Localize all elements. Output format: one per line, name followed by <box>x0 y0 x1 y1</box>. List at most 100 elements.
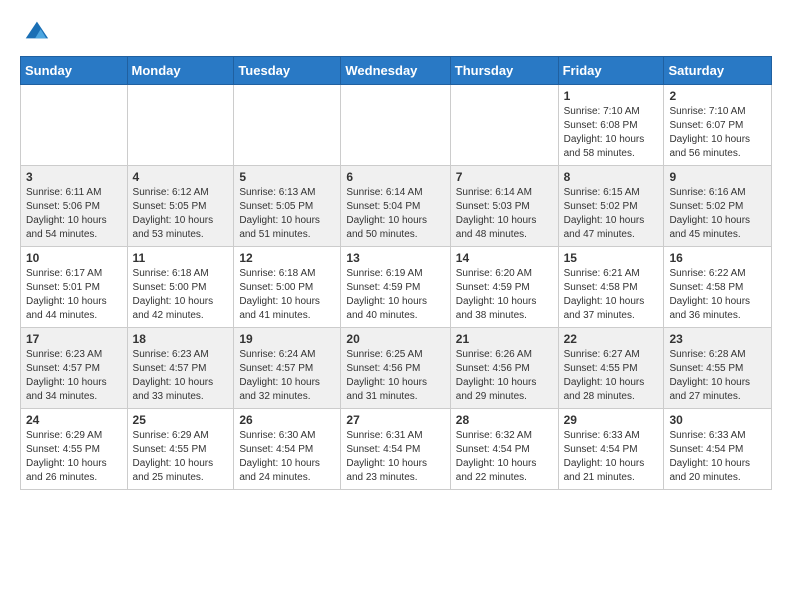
calendar-cell: 21 Sunrise: 6:26 AM Sunset: 4:56 PM Dayli… <box>450 328 558 409</box>
day-number: 27 <box>346 413 444 427</box>
calendar-cell: 8 Sunrise: 6:15 AM Sunset: 5:02 PM Daylig… <box>558 166 664 247</box>
calendar-cell: 14 Sunrise: 6:20 AM Sunset: 4:59 PM Dayli… <box>450 247 558 328</box>
day-info: Sunrise: 6:13 AM Sunset: 5:05 PM Dayligh… <box>239 186 335 242</box>
weekday-header-saturday: Saturday <box>664 57 772 85</box>
calendar-cell: 19 Sunrise: 6:24 AM Sunset: 4:57 PM Dayli… <box>234 328 341 409</box>
day-number: 7 <box>456 170 553 184</box>
calendar-cell: 29 Sunrise: 6:33 AM Sunset: 4:54 PM Dayli… <box>558 409 664 490</box>
calendar-cell: 12 Sunrise: 6:18 AM Sunset: 5:00 PM Dayli… <box>234 247 341 328</box>
day-info: Sunrise: 6:30 AM Sunset: 4:54 PM Dayligh… <box>239 429 335 485</box>
day-info: Sunrise: 6:15 AM Sunset: 5:02 PM Dayligh… <box>564 186 659 242</box>
day-info: Sunrise: 6:14 AM Sunset: 5:04 PM Dayligh… <box>346 186 444 242</box>
calendar-cell: 7 Sunrise: 6:14 AM Sunset: 5:03 PM Daylig… <box>450 166 558 247</box>
calendar-week-4: 17Sunrise: 6:23 AM Sunset: 4:57 PM Dayli… <box>21 328 772 409</box>
day-number: 19 <box>239 332 335 346</box>
calendar-cell: 27 Sunrise: 6:31 AM Sunset: 4:54 PM Dayli… <box>341 409 450 490</box>
calendar-cell: 18 Sunrise: 6:23 AM Sunset: 4:57 PM Dayli… <box>127 328 234 409</box>
calendar-body: 1 Sunrise: 7:10 AM Sunset: 6:08 PM Daylig… <box>21 85 772 490</box>
weekday-header-thursday: Thursday <box>450 57 558 85</box>
calendar-cell <box>234 85 341 166</box>
day-number: 8 <box>564 170 659 184</box>
day-number: 9 <box>669 170 766 184</box>
calendar-cell: 22Sunrise: 6:27 AM Sunset: 4:55 PM Dayli… <box>558 328 664 409</box>
day-info: Sunrise: 6:19 AM Sunset: 4:59 PM Dayligh… <box>346 267 444 323</box>
page: SundayMondayTuesdayWednesdayThursdayFrid… <box>0 0 792 506</box>
calendar-cell <box>341 85 450 166</box>
calendar-cell: 25Sunrise: 6:29 AM Sunset: 4:55 PM Dayli… <box>127 409 234 490</box>
day-number: 28 <box>456 413 553 427</box>
day-info: Sunrise: 6:21 AM Sunset: 4:58 PM Dayligh… <box>564 267 659 323</box>
day-number: 14 <box>456 251 553 265</box>
day-info: Sunrise: 6:20 AM Sunset: 4:59 PM Dayligh… <box>456 267 553 323</box>
logo-icon <box>22 16 50 44</box>
calendar-cell: 2Sunrise: 7:10 AM Sunset: 6:07 PM Daylig… <box>664 85 772 166</box>
day-number: 20 <box>346 332 444 346</box>
day-number: 5 <box>239 170 335 184</box>
day-info: Sunrise: 6:31 AM Sunset: 4:54 PM Dayligh… <box>346 429 444 485</box>
calendar-cell: 13 Sunrise: 6:19 AM Sunset: 4:59 PM Dayli… <box>341 247 450 328</box>
day-info: Sunrise: 7:10 AM Sunset: 6:08 PM Dayligh… <box>564 105 659 161</box>
calendar-week-1: 1 Sunrise: 7:10 AM Sunset: 6:08 PM Daylig… <box>21 85 772 166</box>
day-info: Sunrise: 6:11 AM Sunset: 5:06 PM Dayligh… <box>26 186 122 242</box>
day-number: 18 <box>133 332 229 346</box>
day-info: Sunrise: 6:23 AM Sunset: 4:57 PM Dayligh… <box>133 348 229 404</box>
day-info: Sunrise: 6:23 AM Sunset: 4:57 PM Dayligh… <box>26 348 122 404</box>
day-number: 3 <box>26 170 122 184</box>
header <box>20 16 772 44</box>
weekday-header-monday: Monday <box>127 57 234 85</box>
day-info: Sunrise: 6:25 AM Sunset: 4:56 PM Dayligh… <box>346 348 444 404</box>
day-info: Sunrise: 6:16 AM Sunset: 5:02 PM Dayligh… <box>669 186 766 242</box>
calendar-header-row: SundayMondayTuesdayWednesdayThursdayFrid… <box>21 57 772 85</box>
day-info: Sunrise: 6:18 AM Sunset: 5:00 PM Dayligh… <box>239 267 335 323</box>
day-number: 4 <box>133 170 229 184</box>
weekday-header-friday: Friday <box>558 57 664 85</box>
calendar-week-5: 24 Sunrise: 6:29 AM Sunset: 4:55 PM Dayli… <box>21 409 772 490</box>
calendar-week-3: 10Sunrise: 6:17 AM Sunset: 5:01 PM Dayli… <box>21 247 772 328</box>
day-info: Sunrise: 6:24 AM Sunset: 4:57 PM Dayligh… <box>239 348 335 404</box>
day-info: Sunrise: 6:29 AM Sunset: 4:55 PM Dayligh… <box>133 429 229 485</box>
day-number: 6 <box>346 170 444 184</box>
day-number: 13 <box>346 251 444 265</box>
calendar-cell: 23Sunrise: 6:28 AM Sunset: 4:55 PM Dayli… <box>664 328 772 409</box>
day-info: Sunrise: 6:33 AM Sunset: 4:54 PM Dayligh… <box>564 429 659 485</box>
calendar-cell: 26 Sunrise: 6:30 AM Sunset: 4:54 PM Dayli… <box>234 409 341 490</box>
day-info: Sunrise: 6:29 AM Sunset: 4:55 PM Dayligh… <box>26 429 122 485</box>
day-info: Sunrise: 6:14 AM Sunset: 5:03 PM Dayligh… <box>456 186 553 242</box>
day-number: 21 <box>456 332 553 346</box>
calendar-cell: 11 Sunrise: 6:18 AM Sunset: 5:00 PM Dayli… <box>127 247 234 328</box>
calendar-cell: 4Sunrise: 6:12 AM Sunset: 5:05 PM Daylig… <box>127 166 234 247</box>
calendar-cell: 16 Sunrise: 6:22 AM Sunset: 4:58 PM Dayli… <box>664 247 772 328</box>
day-number: 23 <box>669 332 766 346</box>
day-number: 29 <box>564 413 659 427</box>
weekday-header-wednesday: Wednesday <box>341 57 450 85</box>
calendar-week-2: 3 Sunrise: 6:11 AM Sunset: 5:06 PM Daylig… <box>21 166 772 247</box>
day-info: Sunrise: 6:32 AM Sunset: 4:54 PM Dayligh… <box>456 429 553 485</box>
calendar-cell: 30 Sunrise: 6:33 AM Sunset: 4:54 PM Dayli… <box>664 409 772 490</box>
day-number: 16 <box>669 251 766 265</box>
day-info: Sunrise: 6:18 AM Sunset: 5:00 PM Dayligh… <box>133 267 229 323</box>
calendar-cell: 6 Sunrise: 6:14 AM Sunset: 5:04 PM Daylig… <box>341 166 450 247</box>
weekday-header-tuesday: Tuesday <box>234 57 341 85</box>
day-number: 1 <box>564 89 659 103</box>
calendar-cell <box>21 85 128 166</box>
calendar-cell: 15 Sunrise: 6:21 AM Sunset: 4:58 PM Dayli… <box>558 247 664 328</box>
calendar-cell <box>127 85 234 166</box>
day-info: Sunrise: 7:10 AM Sunset: 6:07 PM Dayligh… <box>669 105 766 161</box>
calendar-cell: 17Sunrise: 6:23 AM Sunset: 4:57 PM Dayli… <box>21 328 128 409</box>
day-number: 15 <box>564 251 659 265</box>
calendar-cell <box>450 85 558 166</box>
day-number: 12 <box>239 251 335 265</box>
day-info: Sunrise: 6:33 AM Sunset: 4:54 PM Dayligh… <box>669 429 766 485</box>
day-number: 30 <box>669 413 766 427</box>
day-number: 10 <box>26 251 122 265</box>
day-number: 11 <box>133 251 229 265</box>
day-number: 22 <box>564 332 659 346</box>
day-number: 24 <box>26 413 122 427</box>
calendar-cell: 1 Sunrise: 7:10 AM Sunset: 6:08 PM Daylig… <box>558 85 664 166</box>
day-number: 26 <box>239 413 335 427</box>
calendar-cell: 20 Sunrise: 6:25 AM Sunset: 4:56 PM Dayli… <box>341 328 450 409</box>
day-info: Sunrise: 6:26 AM Sunset: 4:56 PM Dayligh… <box>456 348 553 404</box>
calendar-table: SundayMondayTuesdayWednesdayThursdayFrid… <box>20 56 772 490</box>
calendar-cell: 28 Sunrise: 6:32 AM Sunset: 4:54 PM Dayli… <box>450 409 558 490</box>
day-info: Sunrise: 6:22 AM Sunset: 4:58 PM Dayligh… <box>669 267 766 323</box>
